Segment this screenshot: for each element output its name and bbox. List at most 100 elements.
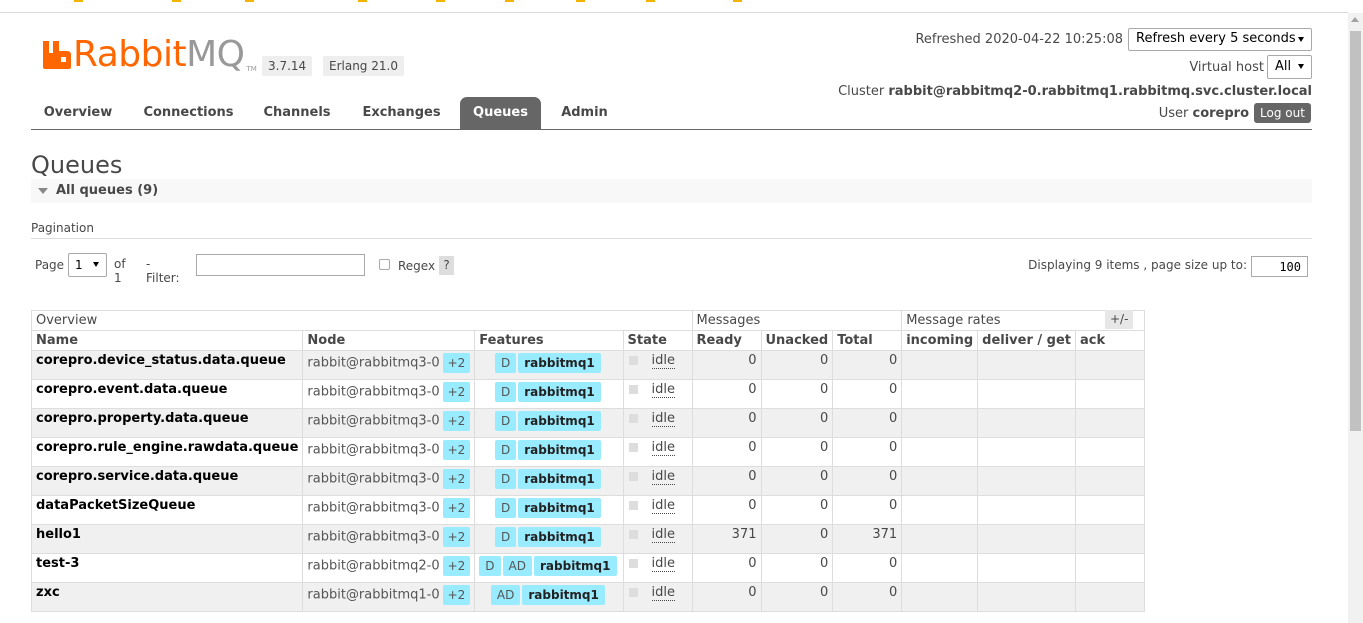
node-name: rabbit@rabbitmq3-0 [307, 471, 440, 487]
queue-name-link[interactable]: test-3 [30, 553, 304, 583]
page-title: Queues [31, 151, 123, 179]
policy-badge[interactable]: rabbitmq1 [518, 353, 601, 373]
total-count: 0 [832, 495, 903, 525]
policy-badge[interactable]: rabbitmq1 [518, 382, 601, 402]
group-header-overview: Overview [31, 310, 693, 331]
refresh-interval-select[interactable]: Refresh every 5 seconds [1128, 28, 1312, 51]
queue-name-link[interactable]: corepro.rule_engine.rawdata.queue [30, 437, 304, 467]
tab-channels[interactable]: Channels [255, 97, 339, 129]
state-cell: idle [622, 553, 693, 583]
tab-admin[interactable]: Admin [552, 97, 617, 129]
column-header-name[interactable]: Name [30, 330, 304, 351]
deliver-get-rate [977, 553, 1077, 583]
queue-name-link[interactable]: hello1 [30, 524, 304, 554]
all-queues-section-toggle[interactable]: All queues (9) [31, 179, 1312, 203]
vertical-scrollbar[interactable] [1348, 13, 1363, 623]
total-count: 0 [832, 437, 903, 467]
column-header-node[interactable]: Node [302, 330, 476, 351]
node-cell: rabbit@rabbitmq1-0 +2 [302, 582, 476, 612]
ack-rate [1075, 408, 1146, 438]
state-cell: idle [622, 524, 693, 554]
state-indicator-icon [628, 530, 638, 539]
mirror-count-badge: +2 [442, 527, 471, 547]
deliver-get-rate [977, 408, 1077, 438]
queue-name-link[interactable]: corepro.service.data.queue [30, 466, 304, 496]
node-cell: rabbit@rabbitmq3-0 +2 [302, 437, 476, 467]
column-header-ack[interactable]: ack [1075, 330, 1146, 351]
node-name: rabbit@rabbitmq2-0 [307, 558, 440, 574]
ready-count: 0 [691, 553, 762, 583]
policy-badge[interactable]: rabbitmq1 [518, 411, 601, 431]
queue-name-link[interactable]: zxc [30, 582, 304, 612]
table-row: corepro.rule_engine.rawdata.queue rabbit@… [30, 437, 1146, 467]
state-cell: idle [622, 350, 693, 380]
unacked-count: 0 [760, 495, 834, 525]
node-cell: rabbit@rabbitmq3-0 +2 [302, 495, 476, 525]
column-header-total[interactable]: Total [832, 330, 903, 351]
policy-badge[interactable]: rabbitmq1 [518, 469, 601, 489]
column-header-ready[interactable]: Ready [691, 330, 762, 351]
total-count: 0 [832, 350, 903, 380]
rabbitmq-logo[interactable]: RabbitMQ TM [41, 33, 257, 77]
ack-rate [1075, 495, 1146, 525]
node-cell: rabbit@rabbitmq2-0 +2 [302, 553, 476, 583]
unacked-count: 0 [760, 408, 834, 438]
main-nav-tabs: Overview Connections Channels Exchanges … [31, 97, 1312, 130]
queue-name-link[interactable]: corepro.device_status.data.queue [30, 350, 304, 380]
tab-queues[interactable]: Queues [460, 97, 541, 129]
refreshed-label: Refreshed [915, 32, 981, 47]
scrollbar-thumb[interactable] [1350, 31, 1361, 431]
policy-badge[interactable]: rabbitmq1 [534, 556, 617, 576]
state-indicator-icon [628, 443, 638, 452]
node-cell: rabbit@rabbitmq3-0 +2 [302, 466, 476, 496]
node-name: rabbit@rabbitmq3-0 [307, 413, 440, 429]
page-size-input[interactable]: 100 [1251, 256, 1308, 277]
feature-badge: D [495, 469, 517, 489]
incoming-rate [901, 495, 979, 525]
ready-count: 0 [691, 437, 762, 467]
state-indicator-icon [628, 414, 638, 423]
chevron-down-icon [1298, 37, 1304, 42]
filter-label: - Filter: [146, 257, 180, 285]
state-cell: idle [622, 379, 693, 409]
toggle-columns-button[interactable]: +/- [1105, 310, 1134, 329]
filter-input[interactable] [196, 254, 365, 276]
table-row: dataPacketSizeQueue rabbit@rabbitmq3-0 +2 D… [30, 495, 1146, 525]
state-indicator-icon [628, 501, 638, 510]
scroll-up-arrow-icon[interactable] [1351, 17, 1359, 22]
state-text: idle [651, 556, 675, 572]
table-row: test-3 rabbit@rabbitmq2-0 +2 D AD rabbitmq1 id… [30, 553, 1146, 583]
policy-badge[interactable]: rabbitmq1 [518, 440, 601, 460]
state-indicator-icon [628, 472, 638, 481]
column-header-incoming[interactable]: incoming [901, 330, 979, 351]
column-header-state[interactable]: State [622, 330, 693, 351]
queue-name-link[interactable]: corepro.event.data.queue [30, 379, 304, 409]
collapse-arrow-icon [38, 188, 48, 194]
virtual-host-select[interactable]: All [1267, 55, 1312, 79]
node-name: rabbit@rabbitmq3-0 [307, 529, 440, 545]
queue-name-link[interactable]: corepro.property.data.queue [30, 408, 304, 438]
regex-checkbox[interactable] [379, 259, 390, 270]
node-name: rabbit@rabbitmq1-0 [307, 587, 440, 603]
tab-overview[interactable]: Overview [31, 97, 125, 129]
features-cell: D AD rabbitmq1 [474, 553, 624, 583]
column-header-features[interactable]: Features [474, 330, 624, 351]
column-header-unacked[interactable]: Unacked [760, 330, 834, 351]
queue-name-link[interactable]: dataPacketSizeQueue [30, 495, 304, 525]
policy-badge[interactable]: rabbitmq1 [522, 585, 605, 605]
policy-badge[interactable]: rabbitmq1 [518, 498, 601, 518]
tab-exchanges[interactable]: Exchanges [354, 97, 449, 129]
column-header-deliver-get[interactable]: deliver / get [977, 330, 1077, 351]
tab-connections[interactable]: Connections [135, 97, 242, 129]
policy-badge[interactable]: rabbitmq1 [518, 527, 601, 547]
group-header-messages: Messages [691, 310, 903, 331]
page-select[interactable]: 1 [68, 253, 107, 277]
features-cell: Drabbitmq1 [474, 495, 624, 525]
page-label: Page [35, 258, 65, 272]
regex-help-button[interactable]: ? [439, 256, 454, 275]
state-text: idle [651, 469, 675, 485]
state-text: idle [651, 353, 675, 369]
state-cell: idle [622, 495, 693, 525]
node-name: rabbit@rabbitmq3-0 [307, 384, 440, 400]
chevron-down-icon [1298, 64, 1304, 69]
